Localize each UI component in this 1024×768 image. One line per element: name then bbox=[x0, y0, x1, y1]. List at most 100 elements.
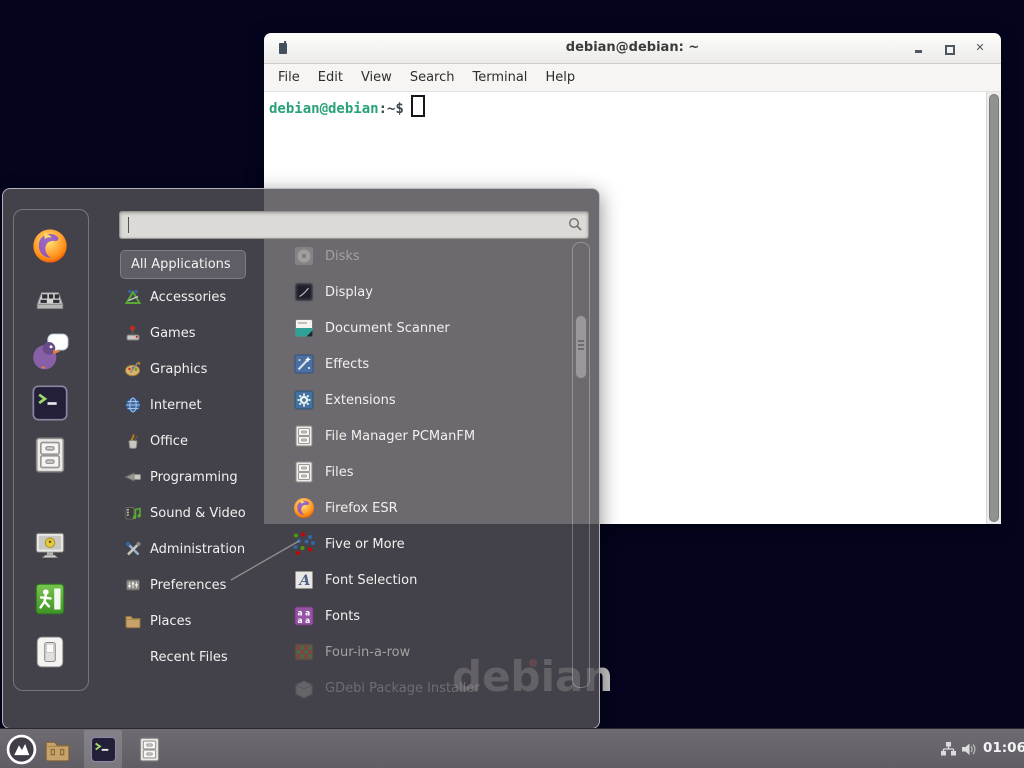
terminal-titlebar[interactable]: debian@debian: ~ ✕ bbox=[264, 33, 1001, 64]
firefox-icon bbox=[30, 226, 70, 266]
fonts-icon: a a a a bbox=[292, 604, 316, 628]
software-icon bbox=[30, 278, 70, 318]
menu-search[interactable]: Search bbox=[401, 70, 464, 85]
category-label: Office bbox=[150, 434, 188, 449]
favorite-pidgin-button[interactable] bbox=[26, 327, 74, 375]
app-item-display[interactable]: Display bbox=[292, 276, 570, 308]
network-tray-icon[interactable] bbox=[939, 740, 957, 758]
app-item-disks[interactable]: Disks bbox=[292, 240, 570, 272]
category-graphics[interactable]: Graphics bbox=[124, 354, 290, 384]
app-item-document-scanner[interactable]: Document Scanner bbox=[292, 312, 570, 344]
app-item-files[interactable]: Files bbox=[292, 456, 570, 488]
file-cabinet-icon bbox=[136, 736, 163, 763]
category-administration[interactable]: Administration bbox=[124, 534, 290, 564]
menu-terminal[interactable]: Terminal bbox=[463, 70, 536, 85]
favorite-software-button[interactable] bbox=[26, 274, 74, 322]
menu-button[interactable] bbox=[5, 733, 37, 765]
app-label: Extensions bbox=[325, 393, 396, 408]
close-button[interactable]: ✕ bbox=[969, 33, 991, 63]
games-icon bbox=[124, 324, 142, 342]
favorite-terminal-button[interactable] bbox=[26, 379, 74, 427]
favorite-file-manager-button[interactable] bbox=[26, 431, 74, 479]
app-label: Disks bbox=[325, 249, 360, 264]
lock-screen-button[interactable] bbox=[26, 523, 74, 571]
category-places[interactable]: Places bbox=[124, 606, 290, 636]
app-item-effects[interactable]: Effects bbox=[292, 348, 570, 380]
clock[interactable]: 01:06 bbox=[983, 729, 1024, 768]
app-label: Four-in-a-row bbox=[325, 645, 410, 660]
terminal-cursor bbox=[411, 95, 425, 117]
category-recent-files[interactable]: Recent Files bbox=[124, 642, 290, 672]
accessories-icon bbox=[124, 288, 142, 306]
favorite-firefox-button[interactable] bbox=[26, 222, 74, 270]
category-internet[interactable]: Internet bbox=[124, 390, 290, 420]
gdebi-icon bbox=[292, 676, 316, 700]
four-in-a-row-icon bbox=[292, 640, 316, 664]
five-or-more-icon bbox=[292, 532, 316, 556]
category-programming[interactable]: Programming bbox=[124, 462, 290, 492]
extensions-icon bbox=[292, 388, 316, 412]
app-label: Five or More bbox=[325, 537, 405, 552]
administration-icon bbox=[124, 540, 142, 558]
desktop: debian debian@debian: ~ ✕ File Edit View… bbox=[0, 0, 1024, 768]
sound-video-icon bbox=[124, 504, 142, 522]
svg-text:A: A bbox=[298, 573, 311, 589]
category-label: Accessories bbox=[150, 290, 226, 305]
category-label: Internet bbox=[150, 398, 202, 413]
launcher-terminal-active[interactable] bbox=[84, 730, 122, 768]
launcher-files[interactable] bbox=[134, 734, 164, 764]
taskbar: 01:06 bbox=[0, 728, 1024, 768]
search-input[interactable] bbox=[119, 211, 589, 239]
terminal-icon bbox=[89, 735, 118, 764]
app-item-fonts[interactable]: a a a a Fonts bbox=[292, 600, 570, 632]
launcher-file-manager-pcmanfm[interactable] bbox=[42, 734, 72, 764]
network-icon bbox=[940, 741, 957, 758]
category-games[interactable]: Games bbox=[124, 318, 290, 348]
office-icon bbox=[124, 432, 142, 450]
terminal-scrollbar[interactable] bbox=[986, 92, 1001, 524]
category-accessories[interactable]: Accessories bbox=[124, 282, 290, 312]
app-item-extensions[interactable]: Extensions bbox=[292, 384, 570, 416]
app-item-five-or-more[interactable]: Five or More bbox=[292, 528, 570, 560]
category-preferences[interactable]: Preferences bbox=[124, 570, 290, 600]
graphics-icon bbox=[124, 360, 142, 378]
app-item-firefox-esr[interactable]: Firefox ESR bbox=[292, 492, 570, 524]
places-icon bbox=[124, 612, 142, 630]
category-all-applications[interactable]: All Applications bbox=[120, 250, 246, 279]
blank-icon bbox=[124, 648, 142, 666]
shut-down-button[interactable] bbox=[26, 628, 74, 676]
maximize-button[interactable] bbox=[939, 33, 961, 63]
app-label: File Manager PCManFM bbox=[325, 429, 475, 444]
firefox-icon bbox=[292, 496, 316, 520]
font-selection-icon: A bbox=[292, 568, 316, 592]
menu-file[interactable]: File bbox=[269, 70, 309, 85]
search-caret bbox=[128, 217, 129, 233]
menu-view[interactable]: View bbox=[352, 70, 401, 85]
app-list-scrollbar[interactable] bbox=[572, 242, 590, 688]
app-item-file-manager-pcmanfm[interactable]: File Manager PCManFM bbox=[292, 420, 570, 452]
prompt-user-host: debian@debian bbox=[269, 101, 379, 117]
search-icon bbox=[568, 217, 583, 232]
volume-tray-icon[interactable] bbox=[959, 740, 977, 758]
app-label: GDebi Package Installer bbox=[325, 681, 480, 696]
pidgin-icon bbox=[30, 331, 70, 371]
category-sound-video[interactable]: Sound & Video bbox=[124, 498, 290, 528]
terminal-scrollbar-thumb[interactable] bbox=[989, 94, 999, 522]
category-office[interactable]: Office bbox=[124, 426, 290, 456]
app-item-font-selection[interactable]: A Font Selection bbox=[292, 564, 570, 596]
category-label: Sound & Video bbox=[150, 506, 246, 521]
menu-help[interactable]: Help bbox=[536, 70, 584, 85]
app-item-gdebi-package-installer[interactable]: GDebi Package Installer bbox=[292, 672, 570, 704]
app-label: Files bbox=[325, 465, 354, 480]
terminal-window-title: debian@debian: ~ bbox=[264, 33, 1001, 63]
app-list-scrollbar-thumb[interactable] bbox=[575, 315, 587, 379]
minimize-button[interactable] bbox=[907, 33, 929, 63]
maximize-icon bbox=[945, 45, 955, 55]
minimize-icon bbox=[915, 50, 922, 53]
app-item-four-in-a-row[interactable]: Four-in-a-row bbox=[292, 636, 570, 668]
category-label: Places bbox=[150, 614, 191, 629]
category-label: Preferences bbox=[150, 578, 226, 593]
log-out-button[interactable] bbox=[26, 575, 74, 623]
menu-edit[interactable]: Edit bbox=[309, 70, 352, 85]
app-label: Display bbox=[325, 285, 373, 300]
